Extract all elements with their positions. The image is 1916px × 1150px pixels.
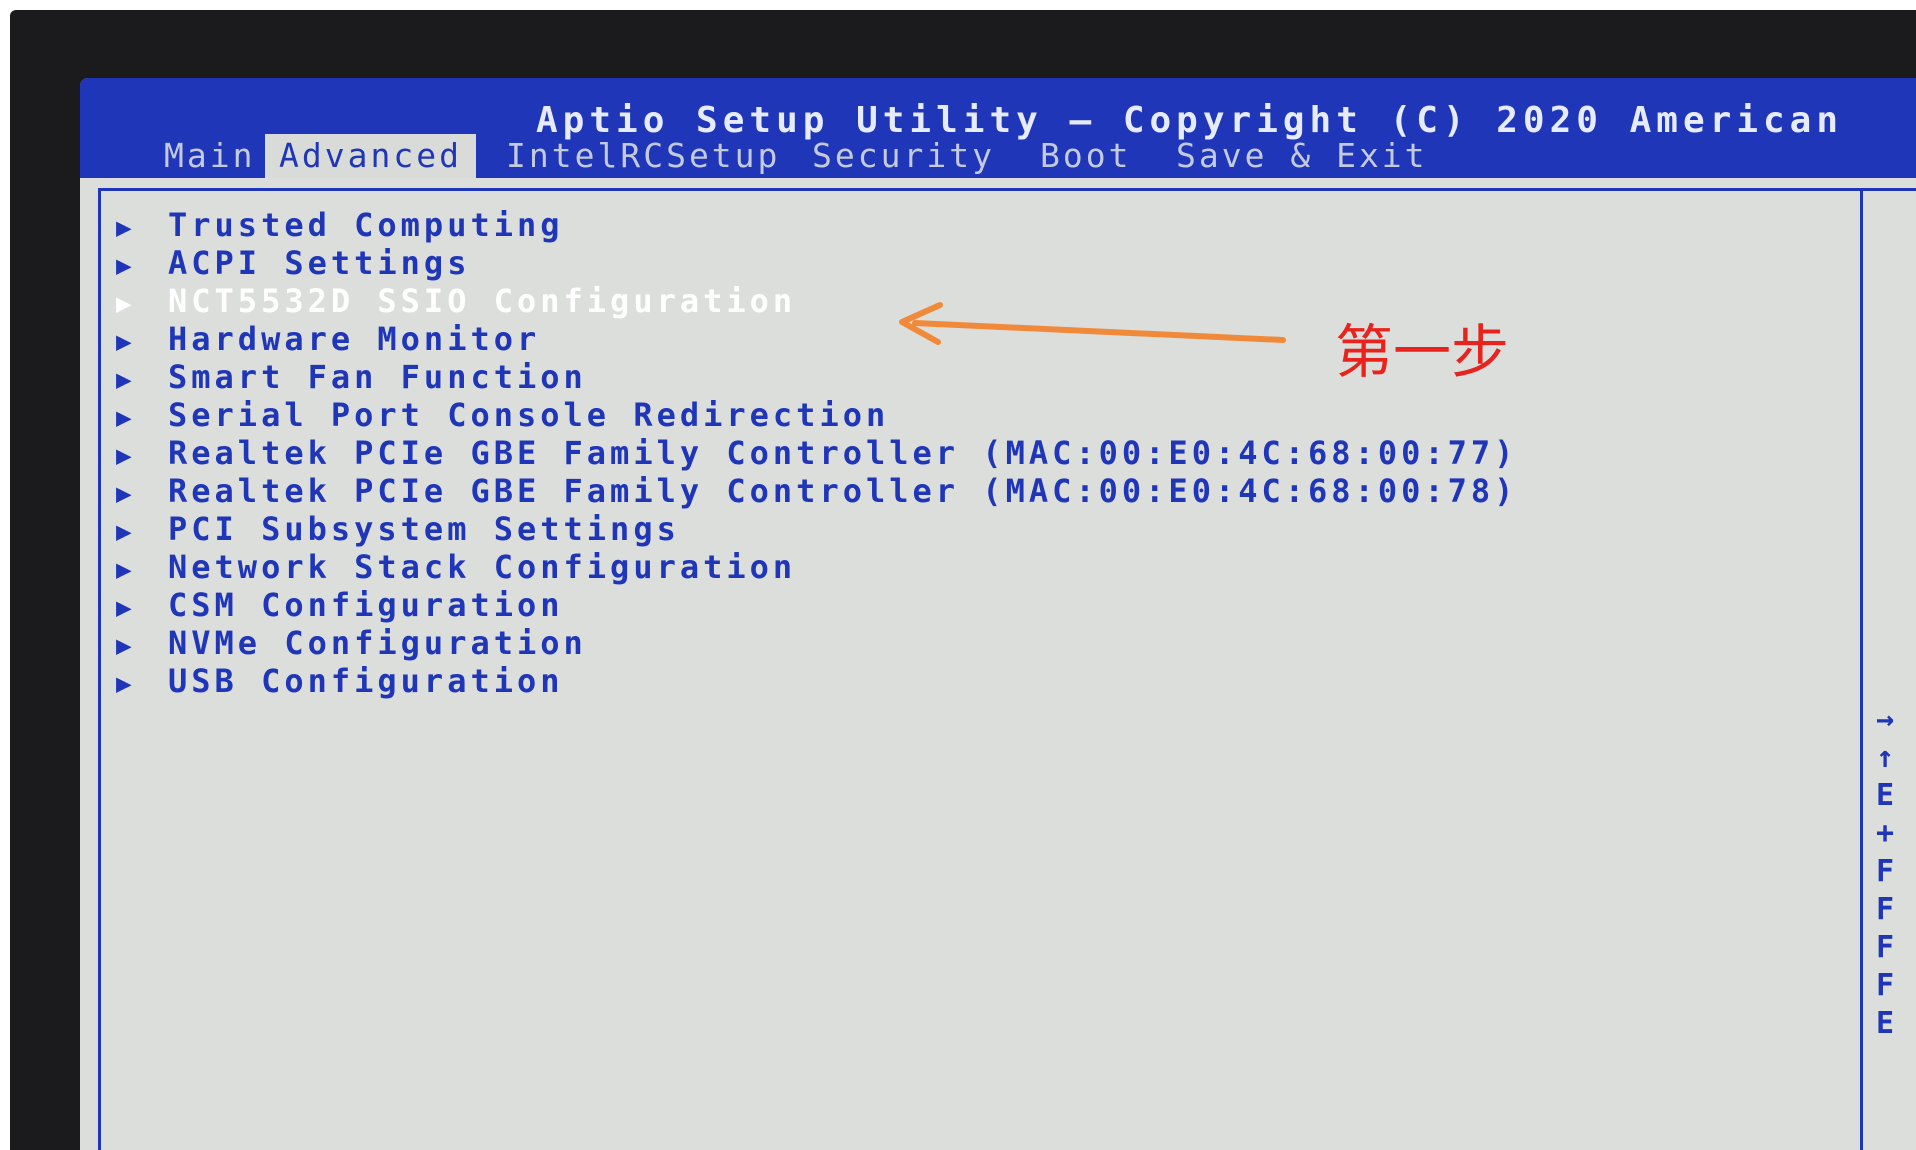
step-annotation-label: 第一步 — [1335, 318, 1510, 386]
annotation-arrow-icon — [899, 302, 1286, 345]
